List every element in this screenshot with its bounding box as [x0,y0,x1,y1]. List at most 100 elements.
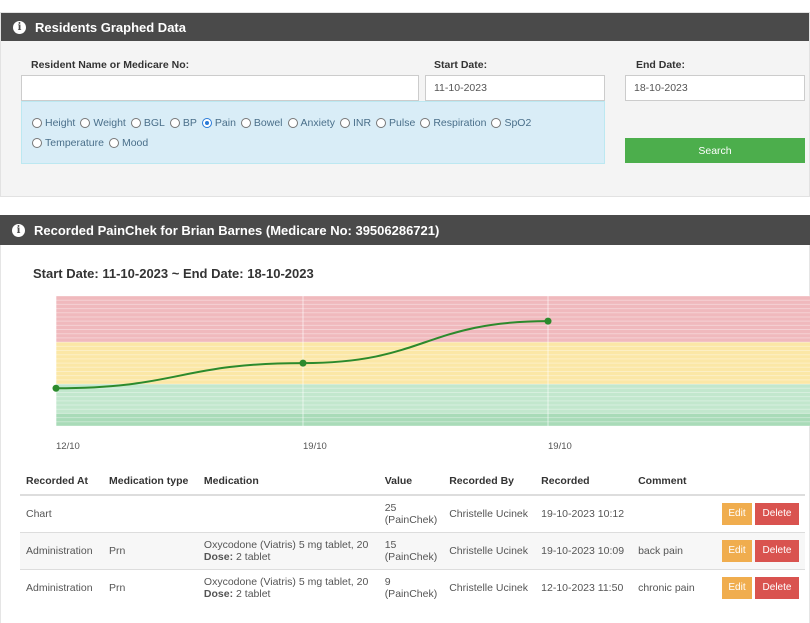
actions-column-header [705,468,805,496]
column-header: Medication type [102,468,198,496]
radio-unchecked-icon[interactable] [420,118,431,128]
table-cell: Oxycodone (Viatris) 5 mg tablet, 20 Dose:… [197,531,379,569]
radio-unchecked-icon[interactable] [169,118,180,128]
recorded-timestamp: 19-10-2023 10:09 [541,544,625,557]
medication-type: Prn [108,581,126,594]
radio-label: Pain [214,117,236,129]
chart-x-tick: 12/10 [56,441,80,452]
table-cell: Edit Delete [705,531,805,569]
radio-unchecked-icon[interactable] [80,118,91,128]
medication-type: Prn [108,544,126,557]
search-panel-title: Residents Graphed Data [35,19,186,35]
edit-button[interactable]: Edit [722,539,752,562]
column-header: Recorded At [20,468,103,496]
table-cell: 25 (PainChek) [378,494,444,532]
recorded-by: Christelle Ucinek [449,507,528,520]
table-cell: Christelle Ucinek [443,494,536,532]
radio-inr[interactable]: INR [339,114,372,132]
radio-anxiety[interactable]: Anxiety [287,114,335,132]
dose-label: Dose: [203,587,234,600]
value-number: 9 [384,575,391,588]
radio-label: Mood [121,137,149,149]
radio-unchecked-icon[interactable] [240,118,251,128]
table-row: Administration Prn Oxycodone (Viatris) 5 m… [20,531,805,569]
table-cell: 9 (PainChek) [378,568,444,606]
table-cell: Chart [20,494,103,532]
info-icon: i [13,20,26,34]
radio-bgl[interactable]: BGL [130,114,165,132]
start-date-label: Start Date: [434,59,488,71]
delete-button[interactable]: Delete [755,539,799,562]
radio-unchecked-icon[interactable] [130,118,141,128]
table-cell: Prn [102,531,198,569]
medication-name: Oxycodone (Viatris) 5 mg tablet, 20 [203,575,369,588]
value-unit: (PainChek) [384,513,438,526]
radio-label: Bowel [253,117,283,129]
table-cell: 19-10-2023 10:12 [535,494,633,532]
dose-value: 2 tablet [236,587,271,600]
radio-weight[interactable]: Weight [80,114,126,132]
radio-label: SpO2 [504,117,532,129]
radio-bp[interactable]: BP [169,114,197,132]
chart-point-2 [544,317,552,325]
radio-label: Height [45,117,76,129]
delete-button[interactable]: Delete [755,576,799,599]
radio-label: BP [182,117,197,129]
table-cell: Edit Delete [705,568,805,606]
radio-height[interactable]: Height [32,114,75,132]
radio-pulse[interactable]: Pulse [376,114,415,132]
table-cell: Oxycodone (Viatris) 5 mg tablet, 20 Dose:… [197,568,379,606]
chart-band-0 [56,413,810,426]
value-number: 25 [384,501,397,514]
info-icon: i [12,223,25,237]
chart-x-tick: 19/10 [303,441,327,452]
radio-label: BGL [143,117,165,129]
resident-input[interactable] [21,75,419,101]
radio-unchecked-icon[interactable] [491,118,502,128]
delete-button[interactable]: Delete [755,502,799,525]
value-number: 15 [384,538,397,551]
radio-mood[interactable]: Mood [108,134,149,152]
column-header: Comment [632,468,706,496]
resident-label: Resident Name or Medicare No: [31,59,190,71]
radio-unchecked-icon[interactable] [108,138,119,148]
recorded-at: Administration [26,581,93,594]
edit-button[interactable]: Edit [722,576,752,599]
radio-unchecked-icon[interactable] [32,138,42,148]
table-cell [197,494,379,532]
end-date-label: End Date: [636,59,686,71]
table-row: Chart 25 (PainChek) Christelle Ucinek 19-10-… [20,494,805,532]
dose-value: 2 tablet [236,550,271,563]
radio-pain[interactable]: Pain [201,114,236,132]
radio-temperature[interactable]: Temperature [32,134,104,152]
pain-chart: 12/10 19/10 19/10 [52,295,810,452]
radio-unchecked-icon[interactable] [376,118,387,128]
value-unit: (PainChek) [384,550,438,563]
radio-unchecked-icon[interactable] [32,118,42,128]
comment: back pain [638,544,684,557]
radio-label: INR [352,117,372,129]
table-cell: Edit Delete [705,494,805,532]
radio-checked-icon[interactable] [201,118,212,128]
edit-button[interactable]: Edit [722,502,752,525]
radio-label: Respiration [433,117,487,129]
records-table: Recorded At Medication type Medication Valu… [20,468,805,606]
radio-bowel[interactable]: Bowel [240,114,283,132]
radio-unchecked-icon[interactable] [339,118,350,128]
radio-respiration[interactable]: Respiration [420,114,486,132]
table-cell: back pain [632,531,706,569]
dose-label: Dose: [203,550,234,563]
search-button[interactable]: Search [625,138,805,163]
recorded-at: Administration [26,544,93,557]
comment: chronic pain [638,581,695,594]
end-date-input[interactable] [625,75,805,101]
radio-unchecked-icon[interactable] [287,118,298,128]
chart-x-tick: 19/10 [548,441,572,452]
table-cell: 12-10-2023 11:50 [535,568,633,606]
table-cell: Prn [102,568,198,606]
start-date-input[interactable] [425,75,605,101]
radio-spo2[interactable]: SpO2 [491,114,531,132]
column-header: Value [378,468,444,496]
chart-point-1 [299,359,307,367]
column-header: Recorded By [443,468,536,496]
